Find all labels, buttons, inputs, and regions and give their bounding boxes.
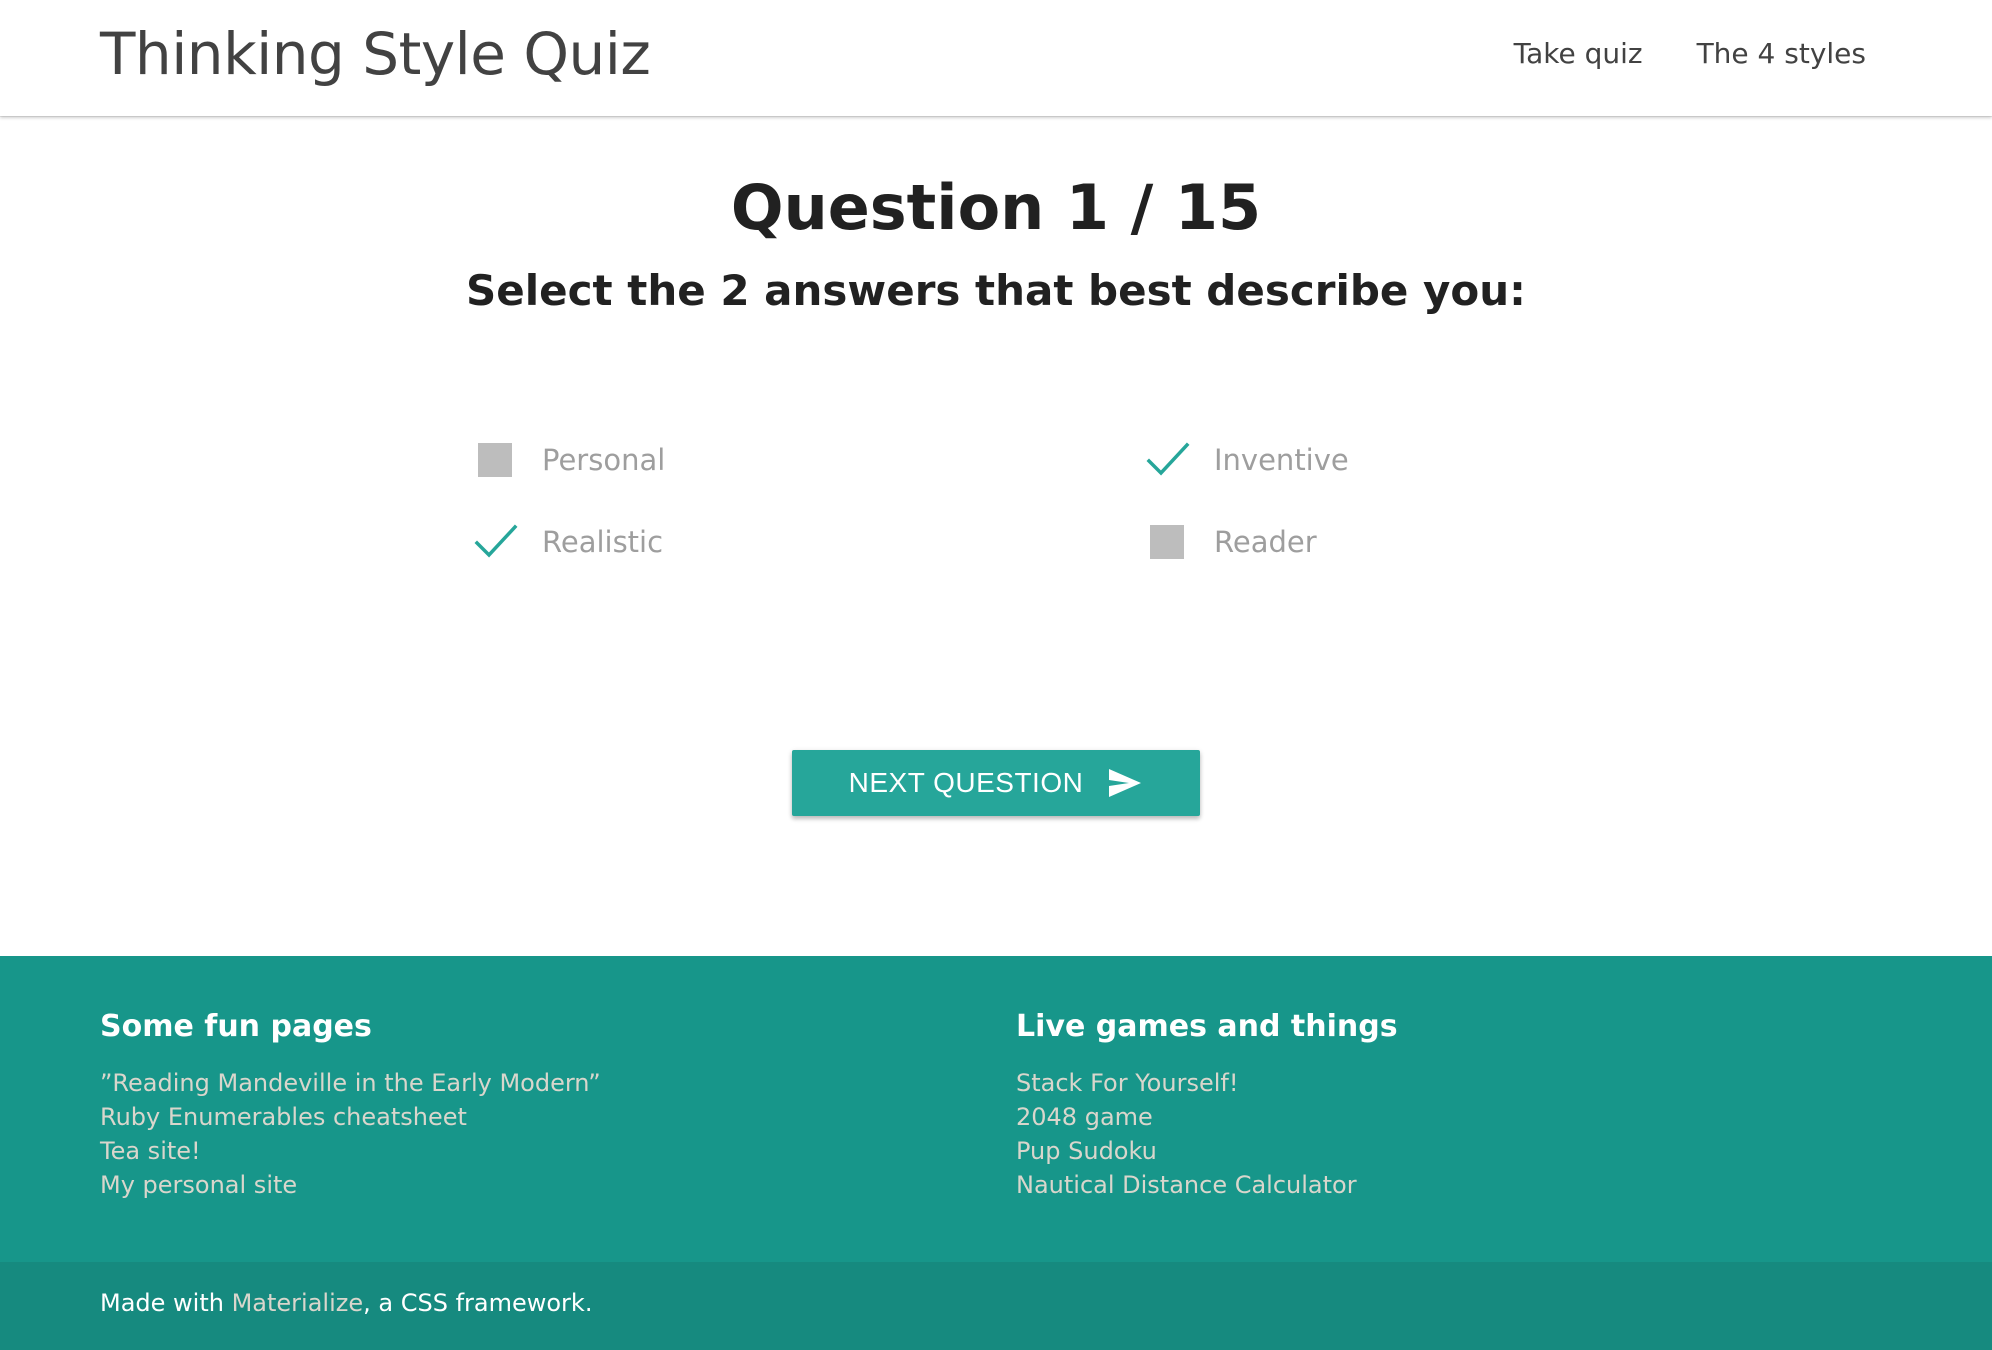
checkmark-icon[interactable] <box>1146 438 1190 482</box>
option-label: Inventive <box>1214 443 1349 477</box>
option-personal[interactable]: Personal <box>478 436 665 484</box>
footer-heading: Some fun pages <box>100 1009 372 1044</box>
nav-the-4-styles[interactable]: The 4 styles <box>1697 34 1866 74</box>
next-question-label: NEXT QUESTION <box>848 767 1084 798</box>
brand-logo[interactable]: Thinking Style Quiz <box>100 18 651 90</box>
footer-link[interactable]: Nautical Distance Calculator <box>1016 1168 1398 1202</box>
option-inventive[interactable]: Inventive <box>1146 436 1349 484</box>
footer-heading: Live games and things <box>1016 1009 1398 1044</box>
footer-link[interactable]: Pup Sudoku <box>1016 1134 1398 1168</box>
footer-link[interactable]: ”Reading Mandeville in the Early Modern” <box>100 1066 601 1100</box>
quiz-main: Question 1 / 15 Select the 2 answers tha… <box>0 116 1992 956</box>
checkmark-icon[interactable] <box>474 520 518 564</box>
footer-link[interactable]: Ruby Enumerables cheatsheet <box>100 1100 601 1134</box>
materialize-link[interactable]: Materialize <box>232 1289 364 1317</box>
nav-links: Take quiz The 4 styles <box>1514 34 1866 74</box>
page-footer: Some fun pages ”Reading Mandeville in th… <box>0 956 1992 1350</box>
option-realistic[interactable]: Realistic <box>474 518 664 566</box>
send-icon <box>1109 769 1142 797</box>
question-prompt: Select the 2 answers that best describe … <box>466 266 1526 315</box>
footer-link-list: Stack For Yourself! 2048 game Pup Sudoku… <box>1016 1066 1398 1202</box>
nav-take-quiz[interactable]: Take quiz <box>1514 34 1643 74</box>
footer-link[interactable]: My personal site <box>100 1168 601 1202</box>
copyright-prefix: Made with <box>100 1289 232 1317</box>
next-question-button[interactable]: NEXT QUESTION <box>792 750 1200 816</box>
option-reader[interactable]: Reader <box>1150 518 1317 566</box>
footer-link-list: ”Reading Mandeville in the Early Modern”… <box>100 1066 601 1202</box>
question-title: Question 1 / 15 <box>730 171 1262 244</box>
footer-link[interactable]: 2048 game <box>1016 1100 1398 1134</box>
footer-link[interactable]: Tea site! <box>100 1134 601 1168</box>
option-label: Reader <box>1214 525 1317 559</box>
option-label: Personal <box>542 443 666 477</box>
copyright-text: Made with Materialize, a CSS framework. <box>100 1286 592 1320</box>
footer-column-live-games: Live games and things Stack For Yourself… <box>1016 1006 1398 1202</box>
footer-link[interactable]: Stack For Yourself! <box>1016 1066 1398 1100</box>
copyright-suffix: , a CSS framework. <box>363 1289 593 1317</box>
footer-copyright: Made with Materialize, a CSS framework. <box>0 1262 1992 1350</box>
unchecked-box-icon[interactable] <box>478 443 512 477</box>
unchecked-box-icon[interactable] <box>1150 525 1184 559</box>
footer-column-fun-pages: Some fun pages ”Reading Mandeville in th… <box>100 1006 601 1202</box>
top-navbar: Thinking Style Quiz Take quiz The 4 styl… <box>0 0 1992 116</box>
option-label: Realistic <box>542 525 664 559</box>
